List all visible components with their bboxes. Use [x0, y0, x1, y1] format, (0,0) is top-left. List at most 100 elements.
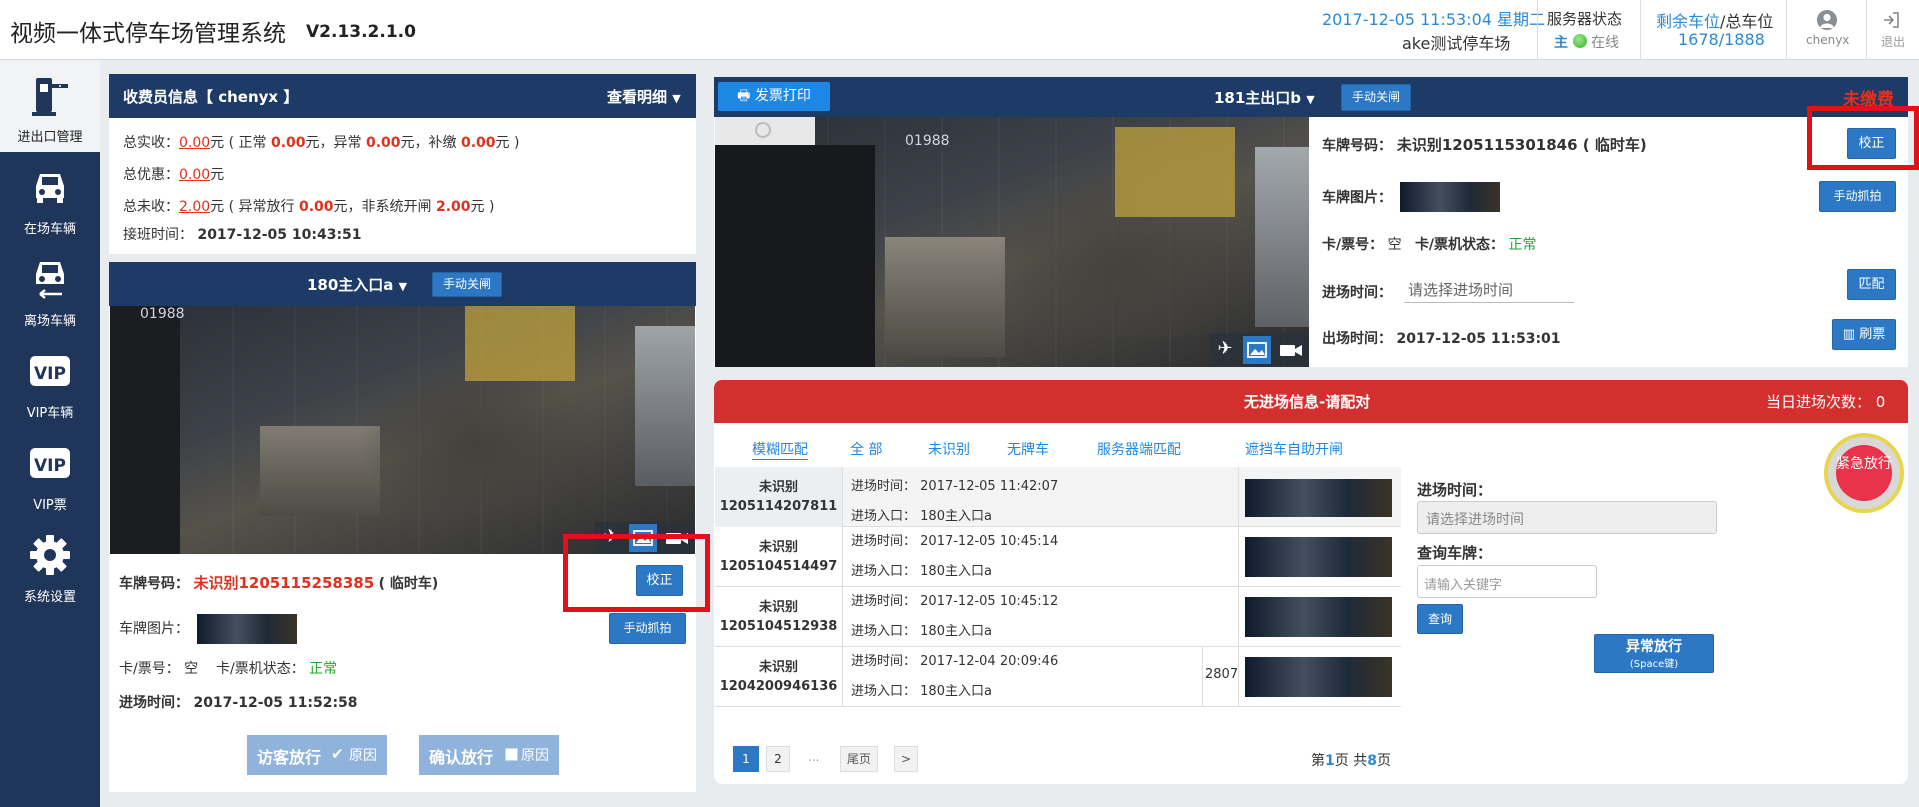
entrance-manual-capture-button[interactable]: 手动抓拍: [609, 613, 686, 644]
row-divider: [1238, 527, 1239, 587]
emergency-release-button[interactable]: 紧急放行: [1824, 433, 1904, 513]
sidebar-item-vehicles-in-lot[interactable]: 在场车辆: [0, 152, 100, 244]
visitor-release-button[interactable]: 访客放行 ✔ 原因: [247, 735, 387, 775]
sidebar-item-gate-management[interactable]: 进出口管理: [0, 60, 100, 152]
match-button[interactable]: 匹配: [1847, 269, 1896, 300]
pagination-ellipsis: ...: [808, 750, 820, 764]
row-snapshot[interactable]: [1245, 657, 1392, 697]
row-snapshot[interactable]: [1245, 479, 1392, 517]
row-plate-line2: 1205104514497: [719, 559, 838, 574]
last-page-button[interactable]: 尾页: [840, 746, 878, 772]
row-snapshot[interactable]: [1245, 597, 1392, 637]
row-snapshot[interactable]: [1245, 537, 1392, 577]
sidebar-item-label: VIP车辆: [26, 406, 74, 421]
video-camera-icon[interactable]: [1277, 338, 1305, 362]
tab-fuzzy-match[interactable]: 模糊匹配: [752, 439, 808, 460]
row-divider: [1202, 647, 1203, 707]
user-avatar-icon[interactable]: [1817, 10, 1837, 30]
tab-server-match[interactable]: 服务器端匹配: [1097, 439, 1181, 459]
exit-manual-close-button[interactable]: 手动关闸: [1341, 84, 1411, 111]
close-paren: 元 ): [495, 135, 520, 151]
exit-plate-row: 车牌号码： 未识别1205115301846 ( 临时车): [1322, 134, 1647, 155]
page-2-button[interactable]: 2: [766, 746, 790, 772]
tab-no-plate[interactable]: 无牌车: [1007, 439, 1049, 459]
non-system-value: 2.00: [436, 199, 471, 215]
sidebar-item-system-settings[interactable]: 系统设置: [0, 520, 100, 612]
plate-type: ( 临时车): [378, 576, 439, 592]
highlight-box: [563, 534, 710, 612]
row-divider: [1238, 467, 1239, 527]
today-count-row: 当日进场次数： 0: [1766, 391, 1885, 412]
abnormal-release-button[interactable]: 异常放行 (Space键): [1594, 634, 1714, 673]
table-row[interactable]: 未识别 1204200946136 进场时间： 2017-12-04 20:09:…: [715, 647, 1401, 707]
snapshot-image-icon[interactable]: [1243, 336, 1271, 364]
tab-all[interactable]: 全 部: [850, 439, 882, 459]
sidebar-item-label: 系统设置: [23, 590, 76, 605]
exit-plate-image: [1400, 182, 1500, 212]
yuan-unit: 元: [210, 135, 225, 151]
table-row[interactable]: 未识别 1205104512938 进场时间： 2017-12-05 10:45:…: [715, 587, 1401, 647]
entrance-plate-row: 车牌号码： 未识别1205115258385 ( 临时车): [119, 572, 438, 593]
exit-gate-selector[interactable]: 181主出口b ▼: [1214, 87, 1315, 108]
table-row[interactable]: 未识别 1205114207811 进场时间： 2017-12-05 11:42:…: [715, 467, 1401, 527]
highlight-box: [1807, 106, 1919, 170]
page-1-button[interactable]: 1: [733, 746, 759, 772]
card-status-value: 正常: [1508, 237, 1537, 253]
row-entry: 180主入口a: [920, 684, 992, 699]
query-button[interactable]: 查询: [1417, 604, 1463, 634]
query-entry-time-input[interactable]: 请选择进场时间: [1417, 501, 1717, 534]
view-details-link[interactable]: 查看明细 ▼: [607, 86, 681, 107]
yuan-unit: 元: [210, 199, 225, 215]
card-value: 空: [184, 661, 199, 677]
camera-dark-area: [715, 145, 875, 367]
car-exit-icon: [36, 262, 64, 299]
shift-time-row: 接班时间： 2017-12-05 10:43:51: [123, 224, 362, 244]
invoice-print-button[interactable]: 🖶 发票打印: [718, 82, 830, 111]
caret-down-icon: ▼: [672, 92, 681, 105]
camera-overlay-text: 01988: [905, 133, 950, 149]
tab-blocked-vehicle[interactable]: 遮挡车: [1245, 439, 1287, 459]
query-plate-input[interactable]: 请输入关键字: [1417, 565, 1597, 598]
row-entry: 180主入口a: [920, 509, 992, 524]
card-status-label: 卡/票机状态：: [1414, 237, 1505, 253]
logout-label[interactable]: 退出: [1881, 33, 1905, 50]
exit-entry-time-input[interactable]: 请选择进场时间: [1404, 275, 1574, 303]
exit-panel: 🖶 发票打印 181主出口b ▼ 手动关闸 未缴费 01988 ✈ 车牌号码： …: [714, 77, 1908, 367]
svg-text:VIP: VIP: [34, 456, 66, 476]
supplement-value: 0.00: [461, 135, 496, 151]
tab-unrecognized[interactable]: 未识别: [928, 439, 970, 459]
card-label: 卡/票号：: [1322, 237, 1384, 253]
logout-icon[interactable]: [1881, 10, 1901, 30]
sidebar-item-label: VIP票: [33, 498, 67, 513]
refresh-ticket-button[interactable]: ▥ 刷票: [1832, 319, 1896, 350]
abnormal-release-label: 异常放行: [1626, 639, 1682, 655]
entrance-plate-image-label: 车牌图片：: [119, 621, 189, 637]
reason-checkbox[interactable]: [505, 748, 518, 761]
tab-self-service-gate[interactable]: 自助开闸: [1287, 439, 1343, 459]
entrance-gate-name: 180主入口a: [307, 276, 394, 294]
summary-prefix: 第: [1311, 753, 1325, 769]
server-online-label: 在线: [1591, 35, 1619, 51]
row-details: 进场时间： 2017-12-05 10:45:12 进场入口： 180主入口a: [851, 587, 1058, 647]
entrance-gate-selector[interactable]: 180主入口a ▼: [307, 274, 407, 295]
sidebar-item-departed-vehicles[interactable]: 离场车辆: [0, 244, 100, 336]
entrance-manual-close-button[interactable]: 手动关闸: [432, 272, 502, 297]
query-plate-label: 查询车牌：: [1417, 544, 1493, 562]
checkmark-icon[interactable]: ✔: [331, 745, 344, 763]
row-entry-label: 进场入口：: [851, 564, 917, 579]
refresh-ticket-label: 刷票: [1859, 327, 1886, 342]
next-page-button[interactable]: >: [894, 746, 918, 772]
exit-manual-capture-button[interactable]: 手动抓拍: [1819, 181, 1896, 212]
pedestrian-icon[interactable]: ✈: [1213, 338, 1237, 362]
barcode-icon: ▥: [1842, 327, 1856, 342]
exit-time-row: 出场时间： 2017-12-05 11:53:01: [1322, 328, 1561, 348]
sidebar-item-vip-vehicles[interactable]: VIP VIP车辆: [0, 336, 100, 428]
supplement-label: 元，补缴: [400, 135, 457, 151]
total-discount-label: 总优惠：: [123, 167, 179, 183]
table-row[interactable]: 未识别 1205104514497 进场时间： 2017-12-05 10:45:…: [715, 527, 1401, 587]
sidebar-item-vip-tickets[interactable]: VIP VIP票: [0, 428, 100, 520]
row-plate: 未识别 1205114207811: [715, 467, 843, 527]
card-status-value: 正常: [309, 661, 338, 677]
user-name[interactable]: chenyx: [1806, 33, 1849, 47]
confirm-release-button[interactable]: 确认放行 原因: [419, 735, 559, 775]
